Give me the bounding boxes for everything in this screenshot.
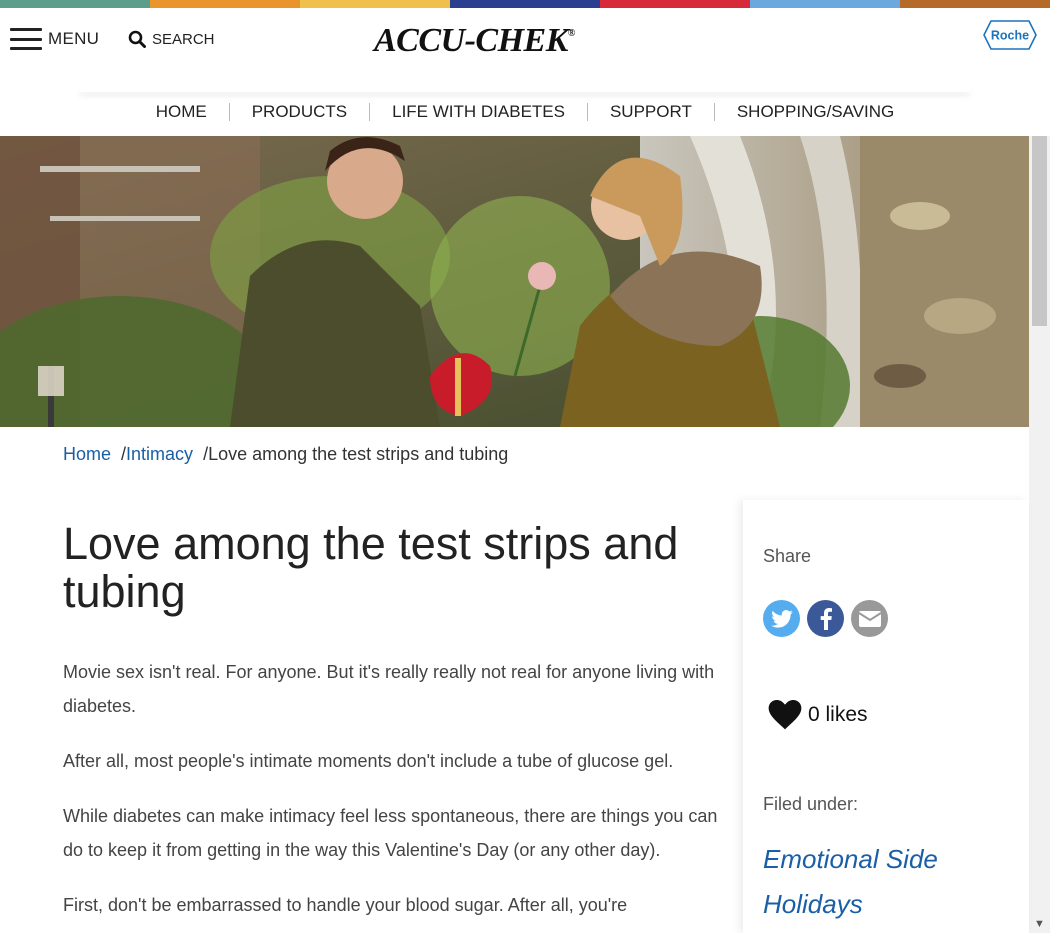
color-segment <box>0 0 150 8</box>
scroll-down-icon[interactable]: ▼ <box>1032 916 1047 931</box>
article-paragraph: While diabetes can make intimacy feel le… <box>63 806 718 860</box>
hero-image <box>0 136 1029 427</box>
nav-shopping-saving[interactable]: SHOPPING/SAVING <box>715 103 916 121</box>
breadcrumb-home[interactable]: Home <box>63 444 111 465</box>
breadcrumb-current: Love among the test strips and tubing <box>208 444 509 464</box>
nav-products[interactable]: PRODUCTS <box>230 103 371 121</box>
color-segment <box>900 0 1050 8</box>
filed-under-label: Filed under: <box>763 794 859 814</box>
site-header: MENU SEARCH ACCU-CHEK® Roche <box>0 8 1050 82</box>
article-body: Movie sex isn't real. For anyone. But it… <box>63 655 723 933</box>
menu-button[interactable]: MENU <box>10 28 99 50</box>
color-segment <box>450 0 600 8</box>
accu-chek-logo[interactable]: ACCU-CHEK® <box>374 22 575 60</box>
nav-support[interactable]: SUPPORT <box>588 103 715 121</box>
article-paragraph: First, don't be embarrassed to handle yo… <box>63 895 628 915</box>
facebook-icon <box>820 607 832 630</box>
color-segment <box>300 0 450 8</box>
twitter-share-button[interactable] <box>763 600 800 637</box>
scrollbar-thumb[interactable] <box>1032 136 1047 326</box>
tag-holidays[interactable]: Holidays <box>763 889 863 920</box>
page-scrollbar[interactable]: ▼ <box>1029 136 1050 933</box>
color-segment <box>600 0 750 8</box>
roche-logo-text: Roche <box>991 29 1029 43</box>
email-share-button[interactable] <box>851 600 888 637</box>
breadcrumb: Home /Intimacy /Love among the test stri… <box>63 444 508 465</box>
color-segment <box>750 0 900 8</box>
twitter-icon <box>770 609 793 628</box>
header-divider <box>80 88 970 92</box>
email-icon <box>857 610 882 627</box>
like-button[interactable]: 0 likes <box>768 700 868 730</box>
roche-logo[interactable]: Roche <box>983 20 1037 50</box>
menu-label: MENU <box>48 29 100 48</box>
search-icon <box>128 30 146 48</box>
brand-color-strip <box>0 0 1050 8</box>
breadcrumb-intimacy[interactable]: Intimacy <box>126 444 193 464</box>
article-paragraph: After all, most people's intimate moment… <box>63 751 674 771</box>
search-button[interactable]: SEARCH <box>128 30 215 48</box>
tag-emotional-side[interactable]: Emotional Side <box>763 844 938 875</box>
facebook-share-button[interactable] <box>807 600 844 637</box>
likes-count: 0 likes <box>808 703 868 726</box>
social-share-buttons <box>763 600 888 637</box>
page-title: Love among the test strips and tubing <box>63 518 679 617</box>
nav-life-with-diabetes[interactable]: LIFE WITH DIABETES <box>370 103 588 121</box>
search-label: SEARCH <box>152 30 215 48</box>
share-label: Share <box>763 546 812 566</box>
nav-home[interactable]: HOME <box>134 103 230 121</box>
article-sidebar: Share 0 likes Filed under: Emotional Sid… <box>743 500 1029 933</box>
hamburger-icon <box>10 28 42 50</box>
main-nav: HOME PRODUCTS LIFE WITH DIABETES SUPPORT… <box>0 96 1050 128</box>
color-segment <box>150 0 300 8</box>
article-paragraph: Movie sex isn't real. For anyone. But it… <box>63 662 715 716</box>
heart-icon <box>768 700 802 730</box>
